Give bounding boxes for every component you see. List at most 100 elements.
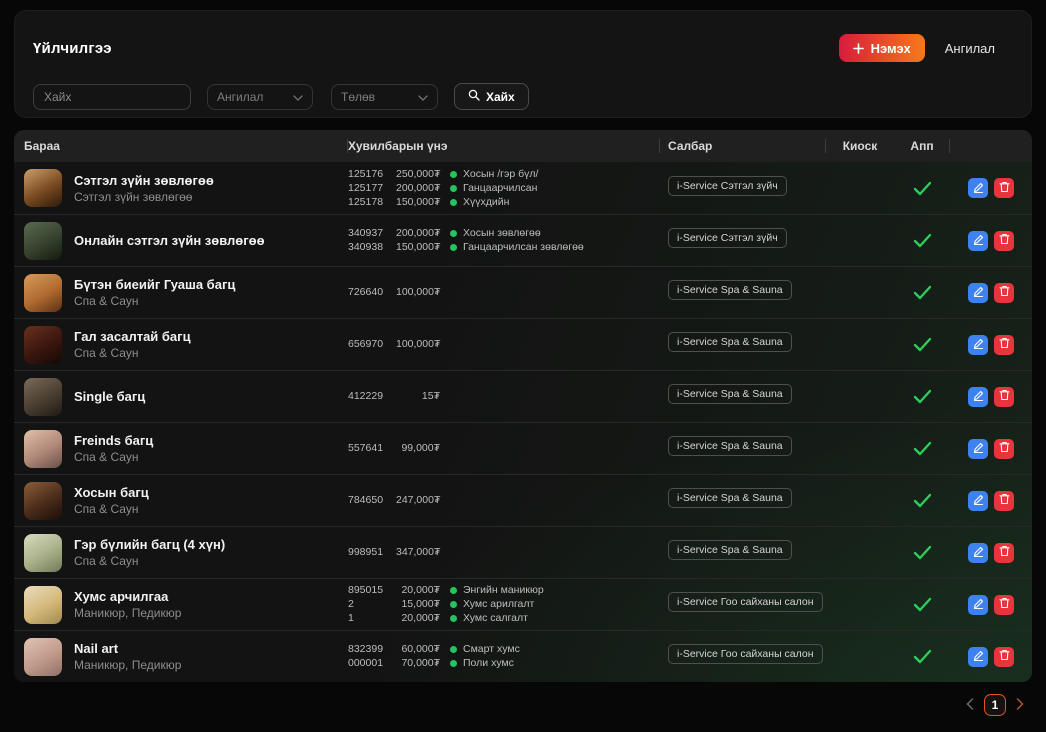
branch-cell: i-Service Spa & Sauna xyxy=(660,488,826,513)
variant-code: 000001 xyxy=(348,657,396,670)
edit-button[interactable] xyxy=(968,491,988,511)
variant-price: 150,000₮ xyxy=(396,241,440,254)
variant-label: Хүүхдийн xyxy=(463,196,509,209)
branch-cell: i-Service Spa & Sauna xyxy=(660,384,826,409)
delete-button[interactable] xyxy=(994,387,1014,407)
product-thumbnail xyxy=(24,222,62,260)
actions-cell xyxy=(950,178,1032,198)
delete-button[interactable] xyxy=(994,439,1014,459)
product-title: Single багц xyxy=(74,389,145,404)
delete-button[interactable] xyxy=(994,491,1014,511)
variant-label: Хосын /гэр бүл/ xyxy=(463,168,538,181)
search-button[interactable]: Хайх xyxy=(454,83,529,110)
next-page-button[interactable] xyxy=(1014,696,1026,715)
variant-line: 726640 100,000₮ xyxy=(348,286,660,299)
delete-button[interactable] xyxy=(994,283,1014,303)
branch-chip: i-Service Сэтгэл зүйч xyxy=(668,176,787,196)
edit-button[interactable] xyxy=(968,543,988,563)
product-thumbnail xyxy=(24,638,62,676)
edit-button[interactable] xyxy=(968,335,988,355)
variants-cell: 832399 60,000₮ Смарт хумс 000001 70,000₮… xyxy=(348,643,660,670)
product-thumbnail xyxy=(24,482,62,520)
product-cell: Хосын багц Спа & Саун xyxy=(14,482,348,520)
table-row: Бүтэн биеийг Гуаша багц Спа & Саун 72664… xyxy=(14,266,1032,318)
delete-button[interactable] xyxy=(994,595,1014,615)
variant-line: 125176 250,000₮ Хосын /гэр бүл/ xyxy=(348,168,660,181)
product-thumbnail xyxy=(24,586,62,624)
header-card: Үйлчилгээ Нэмэх Ангилал Ангилал Төлөв xyxy=(14,10,1032,118)
branch-cell: i-Service Гоо сайханы салон xyxy=(660,644,826,669)
kiosk-cell xyxy=(826,233,894,248)
product-title: Freinds багц xyxy=(74,433,153,448)
delete-button[interactable] xyxy=(994,543,1014,563)
trash-icon xyxy=(999,337,1010,352)
check-icon xyxy=(913,285,932,300)
delete-button[interactable] xyxy=(994,647,1014,667)
variant-line: 340938 150,000₮ Ганцаарчилсан зөвлөгөө xyxy=(348,241,660,254)
edit-button[interactable] xyxy=(968,439,988,459)
product-text: Freinds багц Спа & Саун xyxy=(74,433,153,464)
table-row: Сэтгэл зүйн зөвлөгөө Сэтгэл зүйн зөвлөгө… xyxy=(14,162,1032,214)
variant-line: 000001 70,000₮ Поли хумс xyxy=(348,657,660,670)
column-header-actions xyxy=(950,130,1032,162)
variant-code: 125177 xyxy=(348,182,396,195)
prev-page-button[interactable] xyxy=(964,696,976,715)
variant-code: 1 xyxy=(348,612,396,625)
category-link[interactable]: Ангилал xyxy=(945,41,995,56)
variant-price: 60,000₮ xyxy=(396,643,440,656)
pencil-icon xyxy=(973,285,984,300)
product-text: Сэтгэл зүйн зөвлөгөө Сэтгэл зүйн зөвлөгө… xyxy=(74,173,214,204)
product-text: Гэр бүлийн багц (4 хүн) Спа & Саун xyxy=(74,537,225,568)
trash-icon xyxy=(999,285,1010,300)
branch-chip: i-Service Spa & Sauna xyxy=(668,540,792,560)
product-cell: Хумс арчилгаа Маникюр, Педикюр xyxy=(14,586,348,624)
edit-button[interactable] xyxy=(968,595,988,615)
delete-button[interactable] xyxy=(994,178,1014,198)
search-input[interactable] xyxy=(33,84,191,110)
chevron-left-icon xyxy=(966,698,974,713)
filter-row: Ангилал Төлөв Хайх xyxy=(33,83,1013,110)
status-dot-icon xyxy=(450,230,457,237)
edit-button[interactable] xyxy=(968,283,988,303)
kiosk-cell xyxy=(826,441,894,456)
edit-button[interactable] xyxy=(968,387,988,407)
trash-icon xyxy=(999,597,1010,612)
variant-code: 125178 xyxy=(348,196,396,209)
variant-code: 784650 xyxy=(348,494,396,507)
product-thumbnail xyxy=(24,326,62,364)
app-cell xyxy=(894,597,950,612)
status-dot-icon xyxy=(450,601,457,608)
app-cell xyxy=(894,649,950,664)
status-select[interactable]: Төлөв xyxy=(331,84,438,110)
branch-cell: i-Service Spa & Sauna xyxy=(660,280,826,305)
table-row: Nail art Маникюр, Педикюр 832399 60,000₮… xyxy=(14,630,1032,682)
delete-button[interactable] xyxy=(994,231,1014,251)
variant-line: 125177 200,000₮ Ганцаарчилсан xyxy=(348,182,660,195)
edit-button[interactable] xyxy=(968,178,988,198)
pencil-icon xyxy=(973,441,984,456)
variant-label: Поли хумс xyxy=(463,657,514,670)
edit-button[interactable] xyxy=(968,647,988,667)
current-page-button[interactable]: 1 xyxy=(984,694,1006,716)
product-cell: Гал засалтай багц Спа & Саун xyxy=(14,326,348,364)
check-icon xyxy=(913,597,932,612)
product-title: Nail art xyxy=(74,641,181,656)
product-text: Хумс арчилгаа Маникюр, Педикюр xyxy=(74,589,181,620)
kiosk-cell xyxy=(826,389,894,404)
product-text: Single багц xyxy=(74,389,145,404)
delete-button[interactable] xyxy=(994,335,1014,355)
product-cell: Single багц xyxy=(14,378,348,416)
edit-button[interactable] xyxy=(968,231,988,251)
search-button-label: Хайх xyxy=(486,90,515,104)
kiosk-cell xyxy=(826,493,894,508)
app-cell xyxy=(894,285,950,300)
variant-label: Энгийн маникюр xyxy=(463,584,544,597)
branch-cell: i-Service Гоо сайханы салон xyxy=(660,592,826,617)
add-button[interactable]: Нэмэх xyxy=(839,34,925,62)
branch-chip: i-Service Spa & Sauna xyxy=(668,488,792,508)
product-title: Онлайн сэтгэл зүйн зөвлөгөө xyxy=(74,233,265,248)
product-thumbnail xyxy=(24,274,62,312)
category-select[interactable]: Ангилал xyxy=(207,84,313,110)
kiosk-cell xyxy=(826,597,894,612)
branch-cell: i-Service Spa & Sauna xyxy=(660,332,826,357)
